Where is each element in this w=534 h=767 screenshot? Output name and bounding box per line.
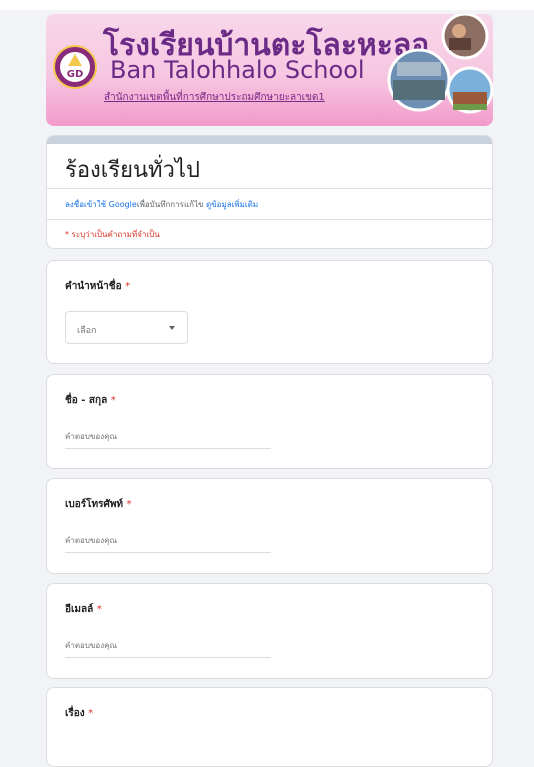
question-card-full-name: ชื่อ - สกุล * คำตอบของคุณ (46, 374, 493, 469)
question-label: คำนำหน้าชื่อ * (65, 281, 131, 292)
google-signin-link[interactable]: ลงชื่อเข้าใช้ Google (65, 200, 137, 209)
header-banner: GD โรงเรียนบ้านตะโละหะลอ Ban Talohhalo S… (46, 14, 493, 126)
question-label: เรื่อง * (65, 708, 94, 719)
school-district: สำนักงานเขตพื้นที่การศึกษาประถมศึกษายะลา… (104, 92, 325, 103)
required-note: * ระบุว่าเป็นคำถามที่จำเป็น (65, 230, 160, 239)
phone-input[interactable]: คำตอบของคุณ (65, 534, 271, 553)
email-input[interactable]: คำตอบของคุณ (65, 639, 271, 658)
full-name-input[interactable]: คำตอบของคุณ (65, 430, 271, 449)
school-name-english: Ban Talohhalo School (110, 56, 365, 84)
svg-text:GD: GD (67, 69, 84, 80)
question-card-title-prefix: คำนำหน้าชื่อ * เลือก (46, 260, 493, 364)
prefix-dropdown[interactable]: เลือก (65, 311, 188, 344)
divider (47, 219, 492, 220)
dropdown-value: เลือก (77, 326, 97, 336)
question-label: เบอร์โทรศัพท์ * (65, 499, 132, 510)
school-logo: GD (53, 45, 97, 89)
form-title-card: ร้องเรียนทั่วไป ลงชื่อเข้าใช้ Googleเพื่… (46, 135, 493, 249)
question-label: อีเมลล์ * (65, 604, 102, 615)
question-card-email: อีเมลล์ * คำตอบของคุณ (46, 583, 493, 679)
signin-notice: ลงชื่อเข้าใช้ Googleเพื่อบันทึกการแก้ไข … (65, 198, 258, 211)
form-title: ร้องเรียนทั่วไป (65, 158, 200, 183)
learn-more-link[interactable]: ดูข้อมูลเพิ่มเติม (206, 200, 258, 209)
title-card-accent-bar (47, 136, 492, 144)
divider (47, 188, 492, 189)
question-label: ชื่อ - สกุล * (65, 395, 116, 406)
form-container: GD โรงเรียนบ้านตะโละหะลอ Ban Talohhalo S… (46, 14, 493, 767)
banner-photo-collage (387, 14, 493, 114)
page-top-strip (0, 0, 534, 10)
signin-notice-text: เพื่อบันทึกการแก้ไข (136, 200, 206, 209)
question-card-subject: เรื่อง * (46, 687, 493, 767)
question-card-phone: เบอร์โทรศัพท์ * คำตอบของคุณ (46, 478, 493, 574)
chevron-down-icon (169, 326, 175, 330)
